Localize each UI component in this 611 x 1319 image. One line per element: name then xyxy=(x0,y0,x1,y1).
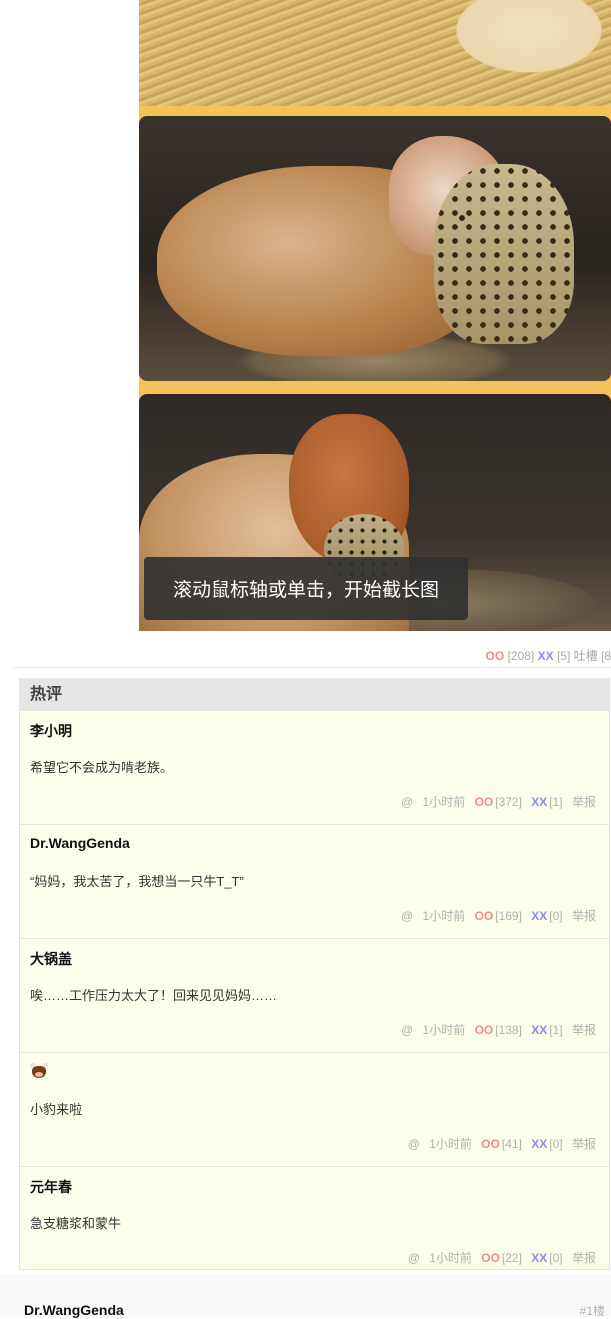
oo-vote-button[interactable]: OO xyxy=(475,1023,494,1037)
reply-at-button[interactable]: @ xyxy=(401,909,413,923)
leopard-shape xyxy=(434,164,574,344)
report-link[interactable]: 举报 xyxy=(572,1251,596,1265)
hot-comments: 热评 李小明 希望它不会成为啃老族。 @ 1小时前 OO [372] XX [1] … xyxy=(19,678,610,1270)
comment-author[interactable] xyxy=(30,1063,48,1082)
comment-meta: @ 1小时前 OO [41] XX [0] 举报 xyxy=(402,1135,596,1152)
report-link[interactable]: 举报 xyxy=(572,795,596,809)
oo-count: [41] xyxy=(501,1137,522,1151)
comment-time: 1小时前 xyxy=(429,1137,472,1151)
oo-count: [372] xyxy=(495,795,522,809)
xx-count: [0] xyxy=(549,1137,563,1151)
oo-vote-button[interactable]: OO xyxy=(481,1251,500,1265)
comment-meta: @ 1小时前 OO [169] XX [0] 举报 xyxy=(395,907,596,924)
xx-count: [5] xyxy=(556,649,571,663)
comment-time: 1小时前 xyxy=(422,795,466,809)
long-screenshot-tooltip[interactable]: 滚动鼠标轴或单击，开始截长图 xyxy=(144,557,468,620)
oo-count: [169] xyxy=(495,909,522,923)
image-panel-top xyxy=(139,0,611,106)
oo-vote-button[interactable]: OO xyxy=(481,1137,500,1151)
xx-vote-button[interactable]: XX xyxy=(531,909,547,923)
oo-count: [22] xyxy=(501,1251,522,1265)
hot-comments-title: 热评 xyxy=(20,679,609,711)
oo-vote-button[interactable]: OO xyxy=(475,909,494,923)
comment-author[interactable]: Dr.WangGenda xyxy=(30,835,130,851)
reply-at-button[interactable]: @ xyxy=(401,795,413,809)
reply-at-button[interactable]: @ xyxy=(408,1251,420,1265)
comment-item: 李小明 希望它不会成为啃老族。 @ 1小时前 OO [372] XX [1] 举报 xyxy=(20,711,609,825)
report-link[interactable]: 举报 xyxy=(572,1023,596,1037)
xx-count: [1] xyxy=(549,1023,563,1037)
post-image[interactable] xyxy=(139,0,611,631)
oo-count: [208] xyxy=(507,649,535,663)
comment-time: 1小时前 xyxy=(422,1023,466,1037)
divider xyxy=(14,667,611,668)
comment-author[interactable]: 李小明 xyxy=(30,721,72,741)
comment-text: 唉……工作压力太大了！回来见见妈妈…… xyxy=(30,988,278,1003)
floor-number[interactable]: #1楼 xyxy=(580,1302,605,1319)
comment-meta: @ 1小时前 OO [372] XX [1] 举报 xyxy=(395,793,596,810)
xx-count: [1] xyxy=(549,795,563,809)
comment-text: 希望它不会成为啃老族。 xyxy=(30,760,174,775)
xx-count: [0] xyxy=(549,909,563,923)
xx-vote-button[interactable]: XX xyxy=(531,1251,547,1265)
reply-at-button[interactable]: @ xyxy=(408,1137,420,1151)
comment-meta: @ 1小时前 OO [138] XX [1] 举报 xyxy=(395,1021,596,1038)
image-panel-middle xyxy=(139,116,611,381)
comment-text: 小豹来啦 xyxy=(30,1102,83,1117)
tucao-button[interactable]: 吐槽 [8 xyxy=(574,649,611,663)
comment-item: 大锅盖 唉……工作压力太大了！回来见见妈妈…… @ 1小时前 OO [138] X… xyxy=(20,939,609,1053)
oo-count: [138] xyxy=(495,1023,522,1037)
comment-text: “妈妈，我太苦了，我想当一只牛T_T” xyxy=(30,874,244,889)
xx-count: [0] xyxy=(549,1251,563,1265)
oo-vote-button[interactable]: OO xyxy=(475,795,494,809)
report-link[interactable]: 举报 xyxy=(572,909,596,923)
xx-vote-button[interactable]: XX xyxy=(531,1023,547,1037)
post-vote-bar: OO [208] XX [5] 吐槽 [8 xyxy=(486,647,611,664)
xx-vote-button[interactable]: XX xyxy=(531,1137,547,1151)
reply-at-button[interactable]: @ xyxy=(401,1023,413,1037)
xx-vote-button[interactable]: XX xyxy=(531,795,547,809)
comment-author[interactable]: Dr.WangGenda xyxy=(24,1302,124,1318)
report-link[interactable]: 举报 xyxy=(572,1137,596,1151)
comment-time: 1小时前 xyxy=(429,1251,472,1265)
comment-author[interactable]: 元年春 xyxy=(30,1177,72,1197)
comment-author[interactable]: 大锅盖 xyxy=(30,949,72,969)
comment-time: 1小时前 xyxy=(422,909,466,923)
comment-meta: @ 1小时前 OO [22] XX [0] 举报 xyxy=(402,1249,596,1266)
comment-text: 急支糖浆和蒙牛 xyxy=(30,1216,122,1231)
cow-face-icon xyxy=(30,1063,48,1079)
comment-item: 小豹来啦 @ 1小时前 OO [41] XX [0] 举报 xyxy=(20,1053,609,1167)
comment-item: 元年春 急支糖浆和蒙牛 @ 1小时前 OO [22] XX [0] 举报 xyxy=(20,1167,609,1281)
comment-item: Dr.WangGenda “妈妈，我太苦了，我想当一只牛T_T” @ 1小时前 … xyxy=(20,825,609,939)
comment-item: Dr.WangGenda #1楼 xyxy=(0,1274,611,1319)
xx-vote-button[interactable]: XX xyxy=(538,649,554,663)
oo-vote-button[interactable]: OO xyxy=(486,649,505,663)
